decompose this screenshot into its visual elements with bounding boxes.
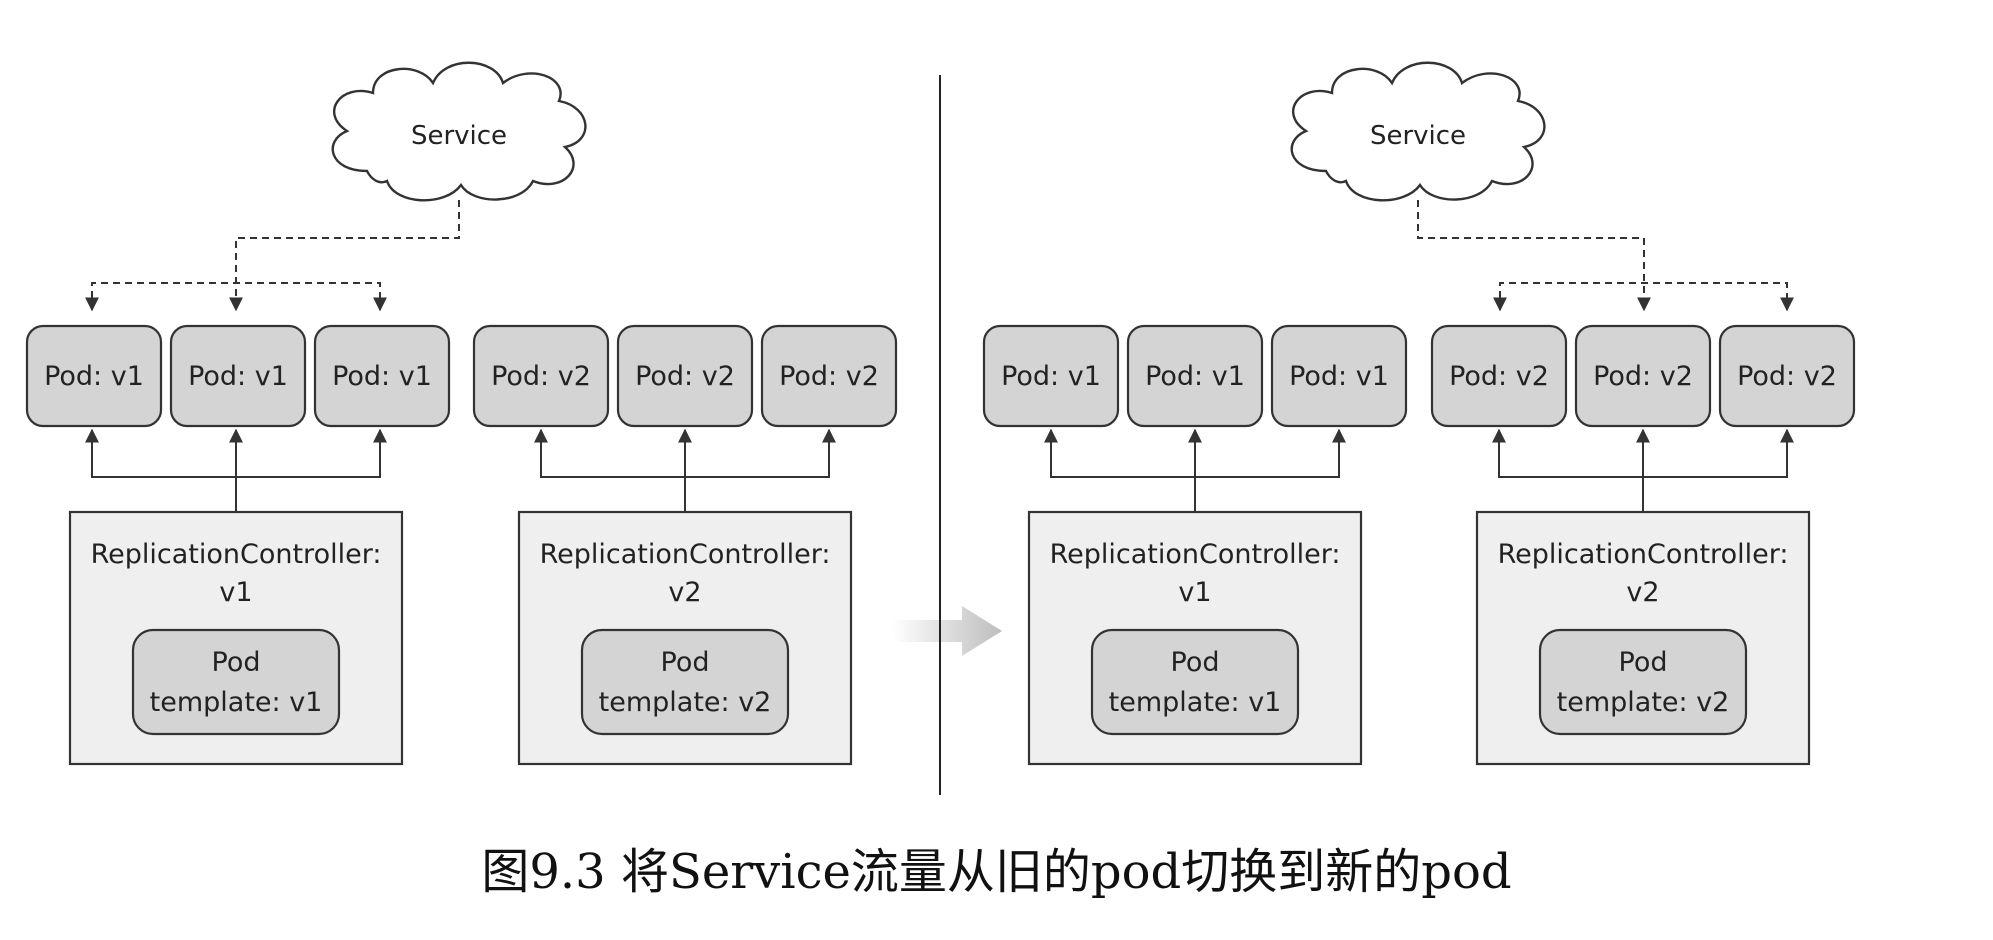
service-cloud: Service — [1290, 61, 1546, 202]
service-label: Service — [1370, 121, 1466, 151]
pod-template-box — [1090, 628, 1300, 736]
pod-label: Pod: v1 — [1145, 361, 1245, 392]
pod-box: Pod: v1 — [313, 324, 451, 428]
template-line1: Pod — [212, 647, 261, 678]
service-label: Service — [411, 121, 507, 151]
rc-label: ReplicationController: — [1498, 539, 1789, 570]
replication-controller-v1: ReplicationController: v1 Pod template: … — [1027, 510, 1363, 766]
panel-before: Service Pod: v1 Pod: v1 Pod: v1 Pod: v2 … — [25, 61, 898, 766]
rc-version: v2 — [1626, 577, 1659, 608]
pod-template-box — [131, 628, 341, 736]
rc-label: ReplicationController: — [91, 539, 382, 570]
pod-label: Pod: v2 — [1593, 361, 1693, 392]
template-line2: template: v1 — [1109, 687, 1282, 718]
pod-box: Pod: v2 — [1574, 324, 1712, 428]
pod-box: Pod: v1 — [1126, 324, 1264, 428]
rc-version: v1 — [219, 577, 252, 608]
pod-label: Pod: v2 — [1737, 361, 1837, 392]
pod-label: Pod: v1 — [1289, 361, 1389, 392]
service-cloud: Service — [331, 61, 587, 202]
pod-label: Pod: v1 — [44, 361, 144, 392]
pod-box: Pod: v1 — [169, 324, 307, 428]
service-routing-lines — [1417, 200, 1794, 312]
pod-label: Pod: v1 — [188, 361, 288, 392]
rolling-update-diagram: Service Pod: v1 Pod: v1 Pod: v1 Pod: v2 … — [25, 61, 1856, 795]
rc-label: ReplicationController: — [1050, 539, 1341, 570]
replication-controller-v2: ReplicationController: v2 Pod template: … — [517, 510, 853, 766]
rc-pod-connectors — [1044, 428, 1794, 512]
template-line2: template: v1 — [150, 687, 323, 718]
figure-caption: 图9.3 将Service流量从旧的pod切换到新的pod — [481, 844, 1512, 900]
rc-version: v1 — [1178, 577, 1211, 608]
pod-label: Pod: v2 — [491, 361, 591, 392]
template-line2: template: v2 — [1557, 687, 1730, 718]
pod-box: Pod: v1 — [982, 324, 1120, 428]
template-line2: template: v2 — [599, 687, 772, 718]
service-routing-lines — [85, 200, 460, 312]
pod-box: Pod: v2 — [1718, 324, 1856, 428]
pod-box: Pod: v1 — [25, 324, 163, 428]
pod-group-v1: Pod: v1 Pod: v1 Pod: v1 — [25, 324, 451, 428]
pod-label: Pod: v2 — [635, 361, 735, 392]
pod-group-v2: Pod: v2 Pod: v2 Pod: v2 — [472, 324, 898, 428]
pod-box: Pod: v2 — [1430, 324, 1568, 428]
template-line1: Pod — [1619, 647, 1668, 678]
pod-template-box — [580, 628, 790, 736]
pod-label: Pod: v2 — [779, 361, 879, 392]
replication-controller-v2: ReplicationController: v2 Pod template: … — [1475, 510, 1811, 766]
pod-box: Pod: v2 — [616, 324, 754, 428]
replication-controller-v1: ReplicationController: v1 Pod template: … — [68, 510, 404, 766]
pod-label: Pod: v1 — [332, 361, 432, 392]
pod-label: Pod: v2 — [1449, 361, 1549, 392]
rc-version: v2 — [668, 577, 701, 608]
panel-after: Service Pod: v1 Pod: v1 Pod: v1 Pod: v2 … — [982, 61, 1856, 766]
template-line1: Pod — [1171, 647, 1220, 678]
pod-group-v2: Pod: v2 Pod: v2 Pod: v2 — [1430, 324, 1856, 428]
transition-arrow — [892, 606, 1002, 656]
template-line1: Pod — [661, 647, 710, 678]
pod-box: Pod: v1 — [1270, 324, 1408, 428]
pod-template-box — [1538, 628, 1748, 736]
rc-pod-connectors — [85, 428, 836, 512]
pod-label: Pod: v1 — [1001, 361, 1101, 392]
pod-group-v1: Pod: v1 Pod: v1 Pod: v1 — [982, 324, 1408, 428]
rc-label: ReplicationController: — [540, 539, 831, 570]
pod-box: Pod: v2 — [760, 324, 898, 428]
pod-box: Pod: v2 — [472, 324, 610, 428]
